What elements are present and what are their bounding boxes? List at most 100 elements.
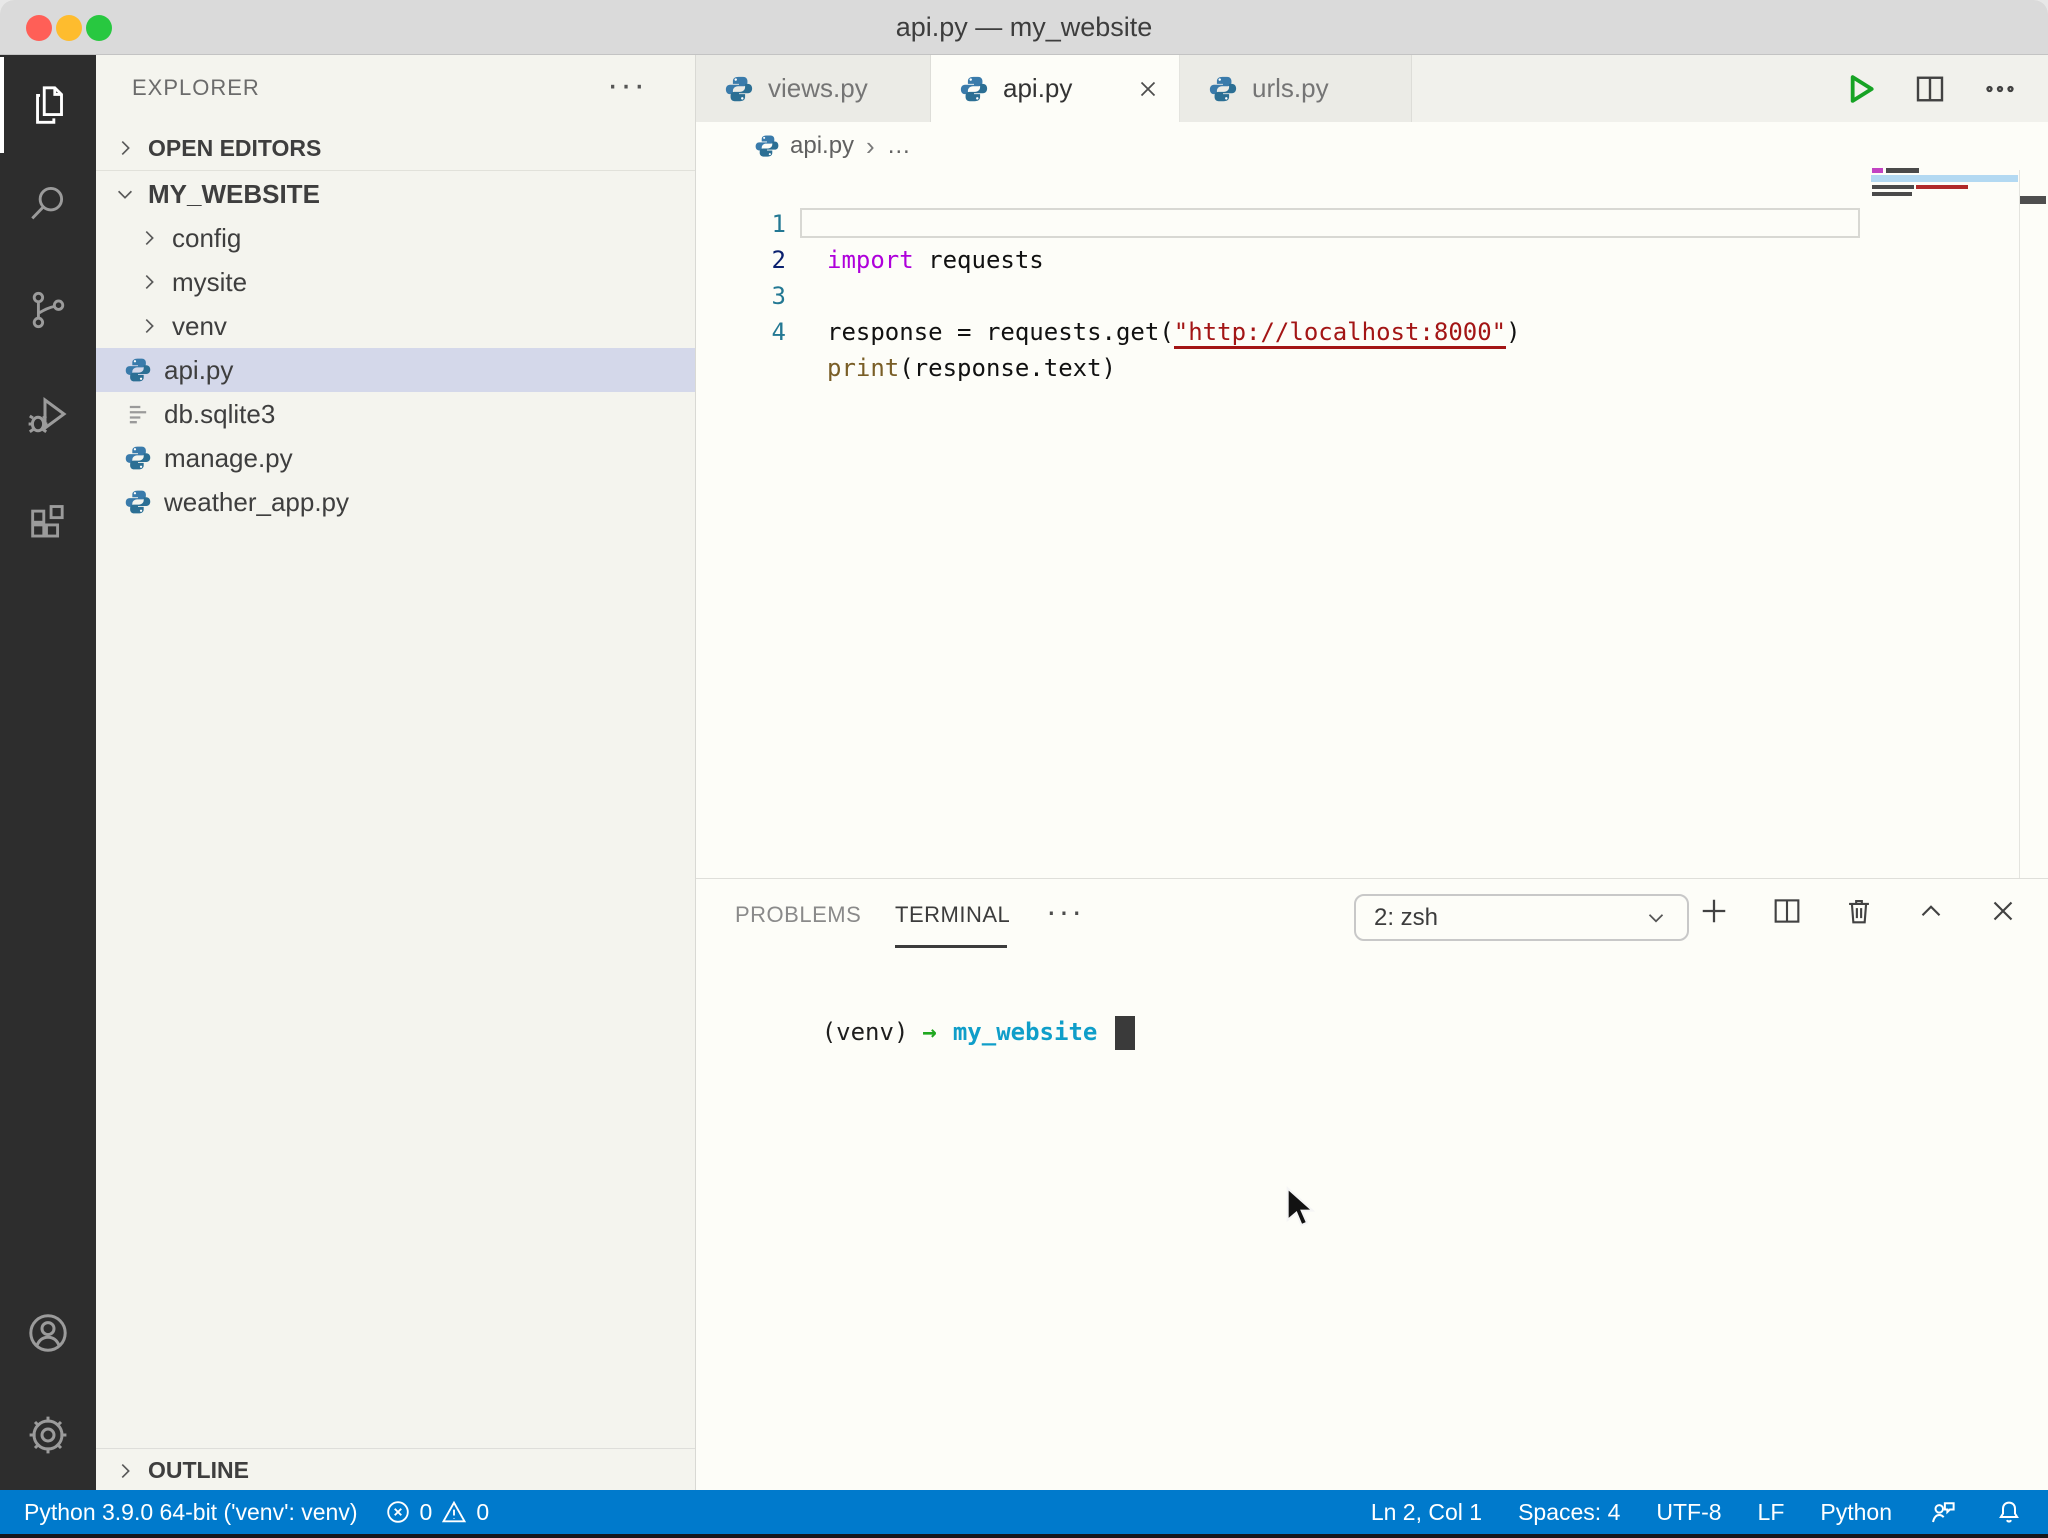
encoding-status[interactable]: UTF-8 (1656, 1499, 1721, 1526)
source-control-activity-button[interactable] (0, 262, 96, 358)
status-bar-right: Ln 2, Col 1 Spaces: 4 UTF-8 LF Python (1371, 1497, 2024, 1527)
python-file-icon (124, 356, 154, 384)
database-file-icon (124, 400, 154, 428)
split-editor-icon[interactable] (1912, 71, 1948, 107)
tab-terminal[interactable]: TERMINAL (895, 879, 1010, 951)
tab-api-py[interactable]: api.py (931, 55, 1180, 122)
settings-button[interactable] (0, 1387, 96, 1483)
breadcrumb-file[interactable]: api.py (790, 132, 854, 160)
terminal-shell-selector[interactable]: 2: zsh (1354, 894, 1689, 941)
title-bar: api.py — my_website (0, 0, 2048, 55)
chevron-right-icon (134, 315, 164, 337)
tree-item-label: weather_app.py (164, 486, 350, 517)
minimap[interactable] (1871, 166, 2019, 206)
run-debug-activity-button[interactable] (0, 367, 96, 463)
tab-views-py[interactable]: views.py (696, 55, 931, 122)
tab-problems[interactable]: PROBLEMS (735, 879, 861, 951)
code-editor[interactable]: 1 import requests 2 3 response = request… (696, 168, 2048, 878)
tab-label: urls.py (1252, 73, 1329, 103)
minimap-line (1872, 168, 1883, 173)
editor-actions (1840, 55, 2048, 122)
new-terminal-icon[interactable] (1696, 893, 1732, 929)
shell-selector-value: 2: zsh (1374, 903, 1439, 931)
tree-item-label: db.sqlite3 (164, 398, 276, 429)
python-file-icon (959, 74, 989, 104)
eol-status[interactable]: LF (1758, 1499, 1785, 1526)
terminal-cursor (1115, 1016, 1136, 1050)
code-token: (response.text) (899, 354, 1116, 382)
close-tab-icon[interactable] (1135, 76, 1161, 102)
terminal-venv-prefix: (venv) (821, 1018, 909, 1046)
line-number: 4 (771, 318, 786, 346)
status-bar-left: Python 3.9.0 64-bit ('venv': venv) 0 0 (24, 1498, 489, 1526)
split-terminal-icon[interactable] (1770, 894, 1804, 928)
problems-status[interactable]: 0 0 (384, 1498, 489, 1526)
outline-section[interactable]: OUTLINE (96, 1448, 695, 1492)
root-folder-label: MY_WEBSITE (148, 178, 320, 209)
kill-terminal-trash-icon[interactable] (1842, 894, 1876, 928)
warnings-icon (442, 1500, 467, 1523)
close-panel-icon[interactable] (1986, 894, 2020, 928)
sidebar-header: EXPLORER ··· (96, 55, 695, 121)
mouse-cursor (1286, 1186, 1316, 1227)
tree-item-venv[interactable]: venv (96, 304, 695, 348)
language-mode-status[interactable]: Python (1820, 1499, 1892, 1526)
tree-item-weather-app-py[interactable]: weather_app.py (96, 480, 695, 524)
panel-more-actions-icon[interactable]: ··· (1046, 879, 1084, 943)
minimap-line (1886, 168, 1919, 173)
minimap-line (1872, 185, 1914, 189)
search-activity-button[interactable] (0, 155, 96, 251)
extensions-icon (31, 505, 64, 538)
bottom-panel: PROBLEMS TERMINAL ··· 2: zsh (venv) → my_w… (696, 878, 2048, 1490)
tree-item-label: manage.py (164, 442, 293, 473)
explorer-activity-button[interactable] (0, 57, 96, 153)
chevron-right-icon (134, 227, 164, 249)
feedback-icon[interactable] (1928, 1497, 1958, 1527)
terminal[interactable]: (venv) → my_website (735, 975, 1136, 1050)
chevron-right-icon (110, 1460, 140, 1482)
tree-item-config[interactable]: config (96, 216, 695, 260)
outline-label: OUTLINE (148, 1457, 249, 1483)
editor-tab-bar: views.py api.py urls.py (696, 55, 2048, 122)
sidebar-title: EXPLORER (132, 75, 260, 100)
tree-item-db-sqlite3[interactable]: db.sqlite3 (96, 392, 695, 436)
terminal-prompt-arrow: → (922, 1018, 937, 1046)
open-editors-section[interactable]: OPEN EDITORS (96, 126, 695, 171)
tree-item-api-py[interactable]: api.py (96, 348, 695, 392)
vscode-window: api.py — my_website EXPLORER ··· OPEN ED… (0, 0, 2048, 1538)
status-bar: Python 3.9.0 64-bit ('venv': venv) 0 0 L… (0, 1490, 2048, 1534)
error-count: 0 (419, 1498, 433, 1525)
chevron-down-icon (1648, 913, 1664, 922)
breadcrumb-symbol[interactable]: … (887, 132, 911, 160)
tab-urls-py[interactable]: urls.py (1180, 55, 1412, 122)
tree-item-mysite[interactable]: mysite (96, 260, 695, 304)
more-actions-icon[interactable] (1982, 71, 2018, 107)
code-token: ) (1506, 318, 1521, 346)
cursor-position-status[interactable]: Ln 2, Col 1 (1371, 1499, 1482, 1526)
open-editors-label: OPEN EDITORS (148, 134, 322, 161)
minimap-line (1872, 192, 1912, 196)
extensions-activity-button[interactable] (0, 475, 96, 571)
window-title: api.py — my_website (895, 12, 1153, 42)
root-folder-row[interactable]: MY_WEBSITE (96, 172, 695, 216)
code-token: response = requests.get( (827, 318, 1174, 346)
files-icon (36, 86, 63, 124)
minimap-line (1916, 185, 1968, 189)
source-control-icon (32, 291, 65, 329)
tab-label: views.py (768, 73, 868, 103)
account-button[interactable] (0, 1285, 96, 1381)
maximize-panel-icon[interactable] (1914, 894, 1948, 928)
python-interpreter-status[interactable]: Python 3.9.0 64-bit ('venv': venv) (24, 1499, 358, 1526)
tree-item-label: config (172, 222, 242, 253)
run-python-file-icon[interactable] (1840, 70, 1878, 108)
sidebar-more-actions-icon[interactable]: ··· (607, 55, 647, 115)
tree-item-manage-py[interactable]: manage.py (96, 436, 695, 480)
notifications-bell-icon[interactable] (1994, 1497, 2024, 1527)
active-panel-tab-underline (895, 945, 1007, 948)
python-file-icon (754, 133, 780, 159)
tree-item-label: venv (172, 310, 227, 341)
breadcrumb[interactable]: api.py › … (696, 122, 2048, 170)
breadcrumb-separator-icon: › (866, 130, 875, 161)
terminal-cwd: my_website (952, 1018, 1098, 1046)
indentation-status[interactable]: Spaces: 4 (1518, 1499, 1620, 1526)
